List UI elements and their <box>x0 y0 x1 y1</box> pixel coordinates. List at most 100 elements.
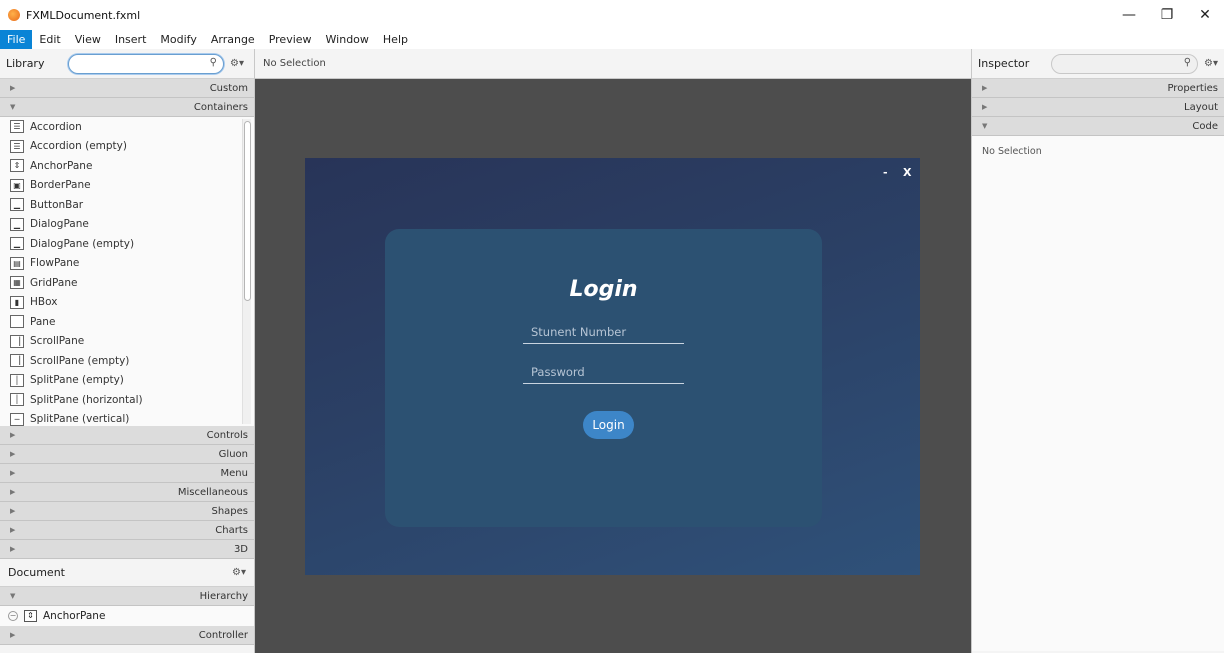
section-shapes[interactable]: ▶ Shapes <box>0 502 254 521</box>
inspector-panel: Inspector ⚲ ⚙▾ ▶ Properties ▶ Layout ▼ C… <box>971 49 1224 653</box>
buttonbar-icon: ▁ <box>10 198 24 212</box>
collapse-toggle-icon[interactable]: − <box>8 611 18 621</box>
close-button[interactable]: ✕ <box>1186 0 1224 30</box>
section-charts[interactable]: ▶ Charts <box>0 521 254 540</box>
menu-arrange[interactable]: Arrange <box>204 30 262 49</box>
inspector-no-selection: No Selection <box>982 146 1042 157</box>
splitpane-icon: │ <box>10 393 24 407</box>
scrollpane-icon: ▕ <box>10 334 24 348</box>
restore-button[interactable]: ❐ <box>1148 0 1186 30</box>
stage-close-label[interactable]: X <box>903 166 911 179</box>
collapsed-arrow-icon: ▶ <box>10 507 16 515</box>
library-search-input[interactable] <box>77 54 207 73</box>
collapsed-arrow-icon: ▶ <box>10 631 16 639</box>
anchorpane-icon: ⇕ <box>24 610 37 622</box>
inspector-gear-icon[interactable]: ⚙▾ <box>1204 58 1218 69</box>
collapsed-arrow-icon: ▶ <box>10 545 16 553</box>
scrollpane-icon: ▕ <box>10 354 24 368</box>
list-item-hbox[interactable]: ▮ HBox <box>0 293 254 313</box>
search-icon[interactable]: ⚲ <box>210 57 217 68</box>
list-item-splitpane-horizontal[interactable]: │ SplitPane (horizontal) <box>0 390 254 410</box>
collapsed-arrow-icon: ▶ <box>10 526 16 534</box>
login-card[interactable]: Login Stunent Number Password Login <box>385 229 822 527</box>
window-titlebar: FXMLDocument.fxml — ❐ ✕ <box>0 0 1224 30</box>
collapsed-arrow-icon: ▶ <box>982 103 988 111</box>
menu-preview[interactable]: Preview <box>262 30 319 49</box>
collapsed-arrow-icon: ▶ <box>10 488 16 496</box>
menu-help[interactable]: Help <box>376 30 415 49</box>
section-controller[interactable]: ▶ Controller <box>0 626 254 645</box>
flowpane-icon: ▤ <box>10 256 24 270</box>
section-custom[interactable]: ▶ Custom <box>0 79 254 98</box>
list-item-splitpane-empty[interactable]: │ SplitPane (empty) <box>0 371 254 391</box>
login-button[interactable]: Login <box>583 411 634 439</box>
window-title: FXMLDocument.fxml <box>26 8 141 22</box>
menu-view[interactable]: View <box>68 30 108 49</box>
inspector-search-box[interactable]: ⚲ <box>1050 53 1199 74</box>
list-item-scrollpane[interactable]: ▕ ScrollPane <box>0 332 254 352</box>
collapsed-arrow-icon: ▶ <box>982 84 988 92</box>
password-field[interactable]: Password <box>523 362 684 384</box>
list-item-dialogpane-empty[interactable]: ▁ DialogPane (empty) <box>0 234 254 254</box>
section-properties[interactable]: ▶ Properties <box>972 79 1224 98</box>
menu-window[interactable]: Window <box>319 30 376 49</box>
list-item-accordion[interactable]: ☰ Accordion <box>0 117 254 137</box>
library-label: Library <box>6 57 45 70</box>
design-canvas[interactable]: - X Login Stunent Number Password Login <box>255 79 971 653</box>
library-gear-icon[interactable]: ⚙▾ <box>230 58 244 69</box>
list-item-flowpane[interactable]: ▤ FlowPane <box>0 254 254 274</box>
list-item-accordion-empty[interactable]: ☰ Accordion (empty) <box>0 137 254 157</box>
hierarchy-node-anchorpane[interactable]: − ⇕ AnchorPane <box>0 606 254 626</box>
pane-icon <box>10 315 24 329</box>
list-item-dialogpane[interactable]: ▁ DialogPane <box>0 215 254 235</box>
section-menu[interactable]: ▶ Menu <box>0 464 254 483</box>
inspector-header: Inspector ⚲ ⚙▾ <box>972 49 1224 79</box>
anchorpane-stage[interactable]: - X Login Stunent Number Password Login <box>305 158 920 575</box>
accordion-icon: ☰ <box>10 139 24 153</box>
menu-edit[interactable]: Edit <box>32 30 67 49</box>
list-item-pane[interactable]: Pane <box>0 312 254 332</box>
section-controls[interactable]: ▶ Controls <box>0 426 254 445</box>
document-gear-icon[interactable]: ⚙▾ <box>232 567 246 578</box>
menu-modify[interactable]: Modify <box>153 30 203 49</box>
menu-insert[interactable]: Insert <box>108 30 154 49</box>
window-controls: — ❐ ✕ <box>1110 0 1224 30</box>
library-scrollbar[interactable] <box>242 119 251 424</box>
selection-label: No Selection <box>263 58 326 69</box>
dialogpane-icon: ▁ <box>10 237 24 251</box>
expanded-arrow-icon: ▼ <box>10 103 16 111</box>
document-label: Document <box>8 566 65 579</box>
menu-bar: File Edit View Insert Modify Arrange Pre… <box>0 30 1224 49</box>
section-miscellaneous[interactable]: ▶ Miscellaneous <box>0 483 254 502</box>
section-code[interactable]: ▼ Code <box>972 117 1224 136</box>
borderpane-icon: ▣ <box>10 178 24 192</box>
section-layout[interactable]: ▶ Layout <box>972 98 1224 117</box>
anchorpane-icon: ⇕ <box>10 159 24 173</box>
student-number-field[interactable]: Stunent Number <box>523 322 684 344</box>
list-item-borderpane[interactable]: ▣ BorderPane <box>0 176 254 196</box>
hbox-icon: ▮ <box>10 295 24 309</box>
minimize-button[interactable]: — <box>1110 0 1148 30</box>
stage-minimize-label[interactable]: - <box>883 166 888 179</box>
collapsed-arrow-icon: ▶ <box>10 469 16 477</box>
list-item-anchorpane[interactable]: ⇕ AnchorPane <box>0 156 254 176</box>
library-scroll-thumb[interactable] <box>244 121 251 301</box>
inspector-label: Inspector <box>978 57 1030 70</box>
search-icon[interactable]: ⚲ <box>1184 57 1191 68</box>
section-3d[interactable]: ▶ 3D <box>0 540 254 559</box>
login-title: Login <box>569 277 638 302</box>
section-gluon[interactable]: ▶ Gluon <box>0 445 254 464</box>
menu-file[interactable]: File <box>0 30 33 49</box>
list-item-gridpane[interactable]: ▦ GridPane <box>0 273 254 293</box>
list-item-splitpane-vertical[interactable]: ─ SplitPane (vertical) <box>0 410 254 427</box>
library-search-box[interactable]: ⚲ <box>68 53 224 74</box>
section-hierarchy[interactable]: ▼ Hierarchy <box>0 587 254 606</box>
list-item-scrollpane-empty[interactable]: ▕ ScrollPane (empty) <box>0 351 254 371</box>
containers-list: ☰ Accordion ☰ Accordion (empty) ⇕ AnchorPan… <box>0 117 254 426</box>
dialogpane-icon: ▁ <box>10 217 24 231</box>
list-item-buttonbar[interactable]: ▁ ButtonBar <box>0 195 254 215</box>
library-header: Library ⚲ ⚙▾ <box>0 49 254 79</box>
section-containers[interactable]: ▼ Containers <box>0 98 254 117</box>
collapsed-arrow-icon: ▶ <box>10 431 16 439</box>
accordion-icon: ☰ <box>10 120 24 134</box>
